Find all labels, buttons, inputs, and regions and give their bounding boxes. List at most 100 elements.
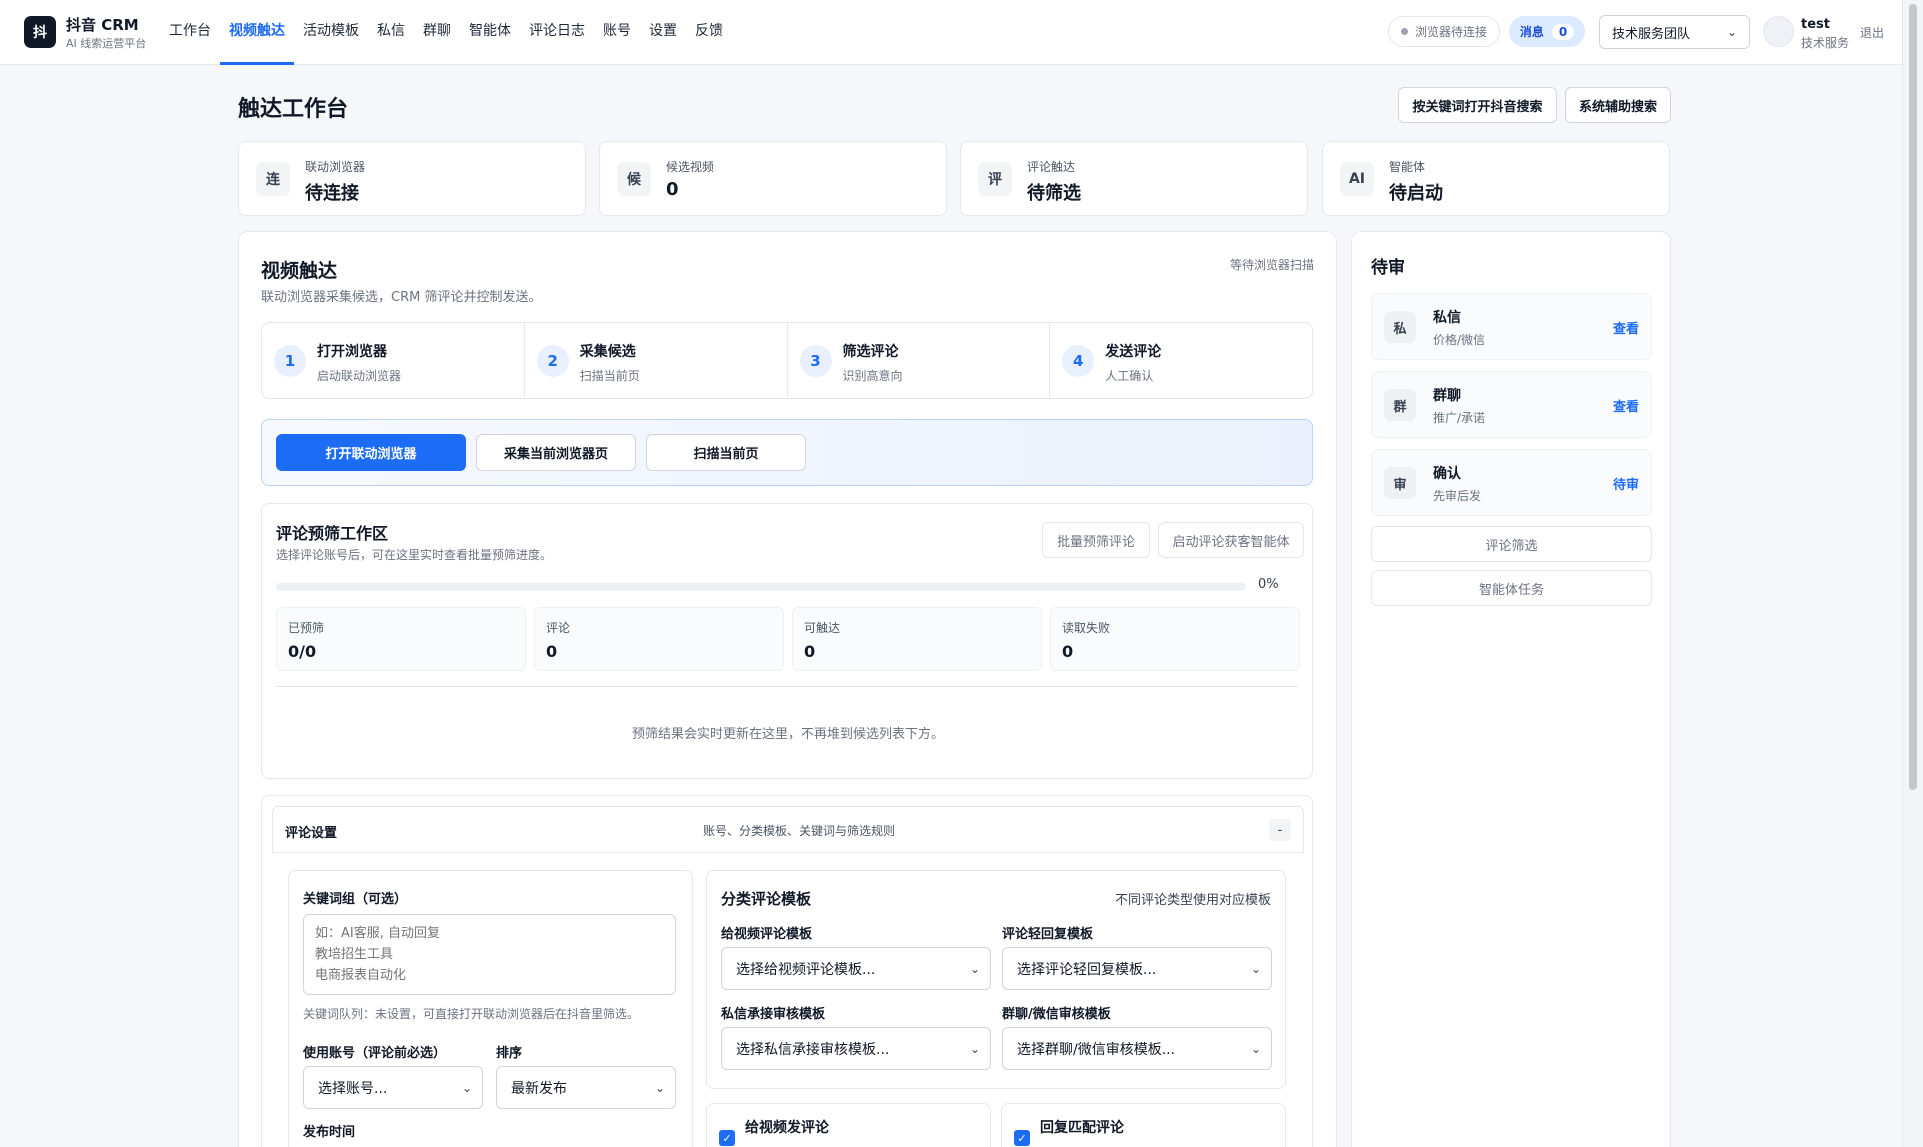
step-item: 2 采集候选 扫描当前页 [525,323,788,398]
step-number: 3 [799,345,832,377]
video-comment-label: 给视频发评论 [745,1120,829,1136]
metric-label: 可触达 [804,621,841,635]
reply-template-select[interactable]: 选择评论轻回复模板... ⌄ [1002,947,1272,990]
chevron-down-icon: ⌄ [654,1080,665,1095]
metric-card: 已预筛 0/0 [276,607,526,671]
dm-template-select[interactable]: 选择私信承接审核模板... ⌄ [721,1027,991,1070]
nav-item-accounts[interactable]: 账号 [594,0,640,65]
review-panel: 待审 私 私信 价格/微信 查看 群 群聊 推广/承诺 查看 审 确认 先审后发… [1351,231,1671,1147]
collect-page-button[interactable]: 采集当前浏览器页 [476,434,636,471]
link-icon: 连 [256,162,290,196]
account-label: 使用账号（评论前必选） [303,1046,447,1061]
comment-settings-section: 评论设置 账号、分类模板、关键词与筛选规则 - 关键词组（可选） 关键词队列：未… [261,795,1313,1147]
progress-percent: 0% [1258,577,1279,592]
review-item-title: 群聊 [1433,388,1461,404]
nav-item-direct-messages[interactable]: 私信 [368,0,414,65]
app-name: 抖音 CRM [66,16,139,34]
keyword-search-button[interactable]: 按关键词打开抖音搜索 [1398,87,1557,123]
group-template-label: 群聊/微信审核模板 [1002,1007,1111,1022]
chevron-down-icon: ⌄ [1726,25,1737,39]
stat-value: 待启动 [1389,183,1443,204]
section-subtitle: 联动浏览器采集候选，CRM 筛评论并控制发送。 [261,290,542,305]
view-link[interactable]: 查看 [1613,318,1639,337]
step-subtitle: 启动联动浏览器 [317,369,402,383]
video-reach-panel: 视频触达 联动浏览器采集候选，CRM 筛评论并控制发送。 等待浏览器扫描 1 打… [238,231,1337,1147]
messages-button[interactable]: 消息 0 [1509,16,1585,47]
view-link[interactable]: 查看 [1613,396,1639,415]
step-title: 打开浏览器 [317,344,387,360]
video-comment-toggle-card[interactable]: ✓ 给视频发评论 [706,1103,991,1147]
section-title: 视频触达 [261,260,338,282]
video-template-select[interactable]: 选择给视频评论模板... ⌄ [721,947,991,990]
collapse-button[interactable]: - [1269,819,1291,841]
empty-state-text: 预筛结果会实时更新在这里，不再堆到候选列表下方。 [631,727,944,742]
publish-time-label: 发布时间 [303,1125,356,1140]
reply-match-toggle-card[interactable]: ✓ 回复匹配评论 [1001,1103,1286,1147]
messages-label: 消息 [1519,25,1544,39]
group-template-select[interactable]: 选择群聊/微信审核模板... ⌄ [1002,1027,1272,1070]
user-name: test [1801,17,1830,32]
stat-label: 候选视频 [666,160,715,174]
dm-icon: 私 [1384,311,1416,343]
stat-label: 智能体 [1389,160,1426,174]
review-item-direct-message[interactable]: 私 私信 价格/微信 查看 [1371,293,1652,360]
system-search-button[interactable]: 系统辅助搜索 [1565,87,1671,123]
sort-select-value: 最新发布 [511,1080,567,1097]
settings-header[interactable]: 评论设置 账号、分类模板、关键词与筛选规则 - [272,806,1304,853]
start-agent-button[interactable]: 启动评论获客智能体 [1158,522,1304,558]
nav-item-video-reach[interactable]: 视频触达 [220,0,294,65]
nav-item-settings[interactable]: 设置 [640,0,686,65]
sort-select[interactable]: 最新发布 ⌄ [496,1066,676,1109]
chevron-down-icon: ⌄ [1250,1041,1261,1056]
review-item-confirm[interactable]: 审 确认 先审后发 待审 [1371,449,1652,516]
stat-card-agent: AI 智能体 待启动 [1322,141,1670,216]
reply-template-value: 选择评论轻回复模板... [1017,961,1157,978]
stat-value: 待连接 [305,183,359,204]
nav-item-campaign-templates[interactable]: 活动模板 [294,0,368,65]
checkbox-checked-icon[interactable]: ✓ [1014,1130,1030,1146]
step-title: 发送评论 [1105,344,1162,360]
template-hint: 不同评论类型使用对应模板 [1114,893,1271,908]
step-number: 4 [1062,345,1095,377]
keyword-group-textarea[interactable] [303,914,676,995]
workspace-title: 评论预筛工作区 [276,524,389,543]
keyword-settings-card: 关键词组（可选） 关键词队列：未设置，可直接打开联动浏览器后在抖音里筛选。 使用… [288,870,693,1147]
prefilter-progress-bar [276,583,1246,591]
step-title: 筛选评论 [842,344,899,360]
step-item: 3 筛选评论 识别高意向 [788,323,1051,398]
page-scrollbar[interactable] [1902,0,1923,1147]
step-subtitle: 人工确认 [1105,369,1154,383]
nav-item-agents[interactable]: 智能体 [460,0,520,65]
nav-item-feedback[interactable]: 反馈 [686,0,732,65]
account-select[interactable]: 选择账号... ⌄ [303,1066,483,1109]
reply-template-label: 评论轻回复模板 [1002,927,1094,942]
settings-title: 评论设置 [285,826,338,841]
batch-prefilter-button[interactable]: 批量预筛评论 [1042,522,1150,558]
nav-item-group-chat[interactable]: 群聊 [414,0,460,65]
review-item-group-chat[interactable]: 群 群聊 推广/承诺 查看 [1371,371,1652,438]
app-subtitle: AI 线索运营平台 [66,37,147,50]
browser-status-text: 浏览器待连接 [1415,25,1488,39]
avatar[interactable] [1763,16,1794,47]
checkbox-checked-icon[interactable]: ✓ [719,1130,735,1146]
scan-page-button[interactable]: 扫描当前页 [646,434,806,471]
stat-label: 评论触达 [1027,160,1076,174]
nav-item-comment-log[interactable]: 评论日志 [520,0,594,65]
scrollbar-thumb[interactable] [1909,4,1917,790]
logout-link[interactable]: 退出 [1860,24,1884,41]
stat-value: 0 [666,179,679,200]
metric-card: 读取失败 0 [1050,607,1300,671]
app-logo[interactable]: 抖 [24,16,56,48]
pending-review-link[interactable]: 待审 [1613,474,1639,493]
team-select[interactable]: 技术服务团队 ⌄ [1599,15,1750,49]
nav-item-dashboard[interactable]: 工作台 [160,0,220,65]
settings-description: 账号、分类模板、关键词与筛选规则 [703,824,896,838]
agent-task-button[interactable]: 智能体任务 [1371,570,1652,606]
metric-label: 评论 [546,621,571,635]
browser-status-pill[interactable]: 浏览器待连接 [1388,16,1501,47]
open-browser-button[interactable]: 打开联动浏览器 [276,434,466,471]
comment-filter-button[interactable]: 评论筛选 [1371,526,1652,562]
workspace-subtitle: 选择评论账号后，可在这里实时查看批量预筛进度。 [276,548,553,562]
ai-icon: AI [1340,162,1374,196]
review-item-subtitle: 价格/微信 [1433,333,1486,347]
